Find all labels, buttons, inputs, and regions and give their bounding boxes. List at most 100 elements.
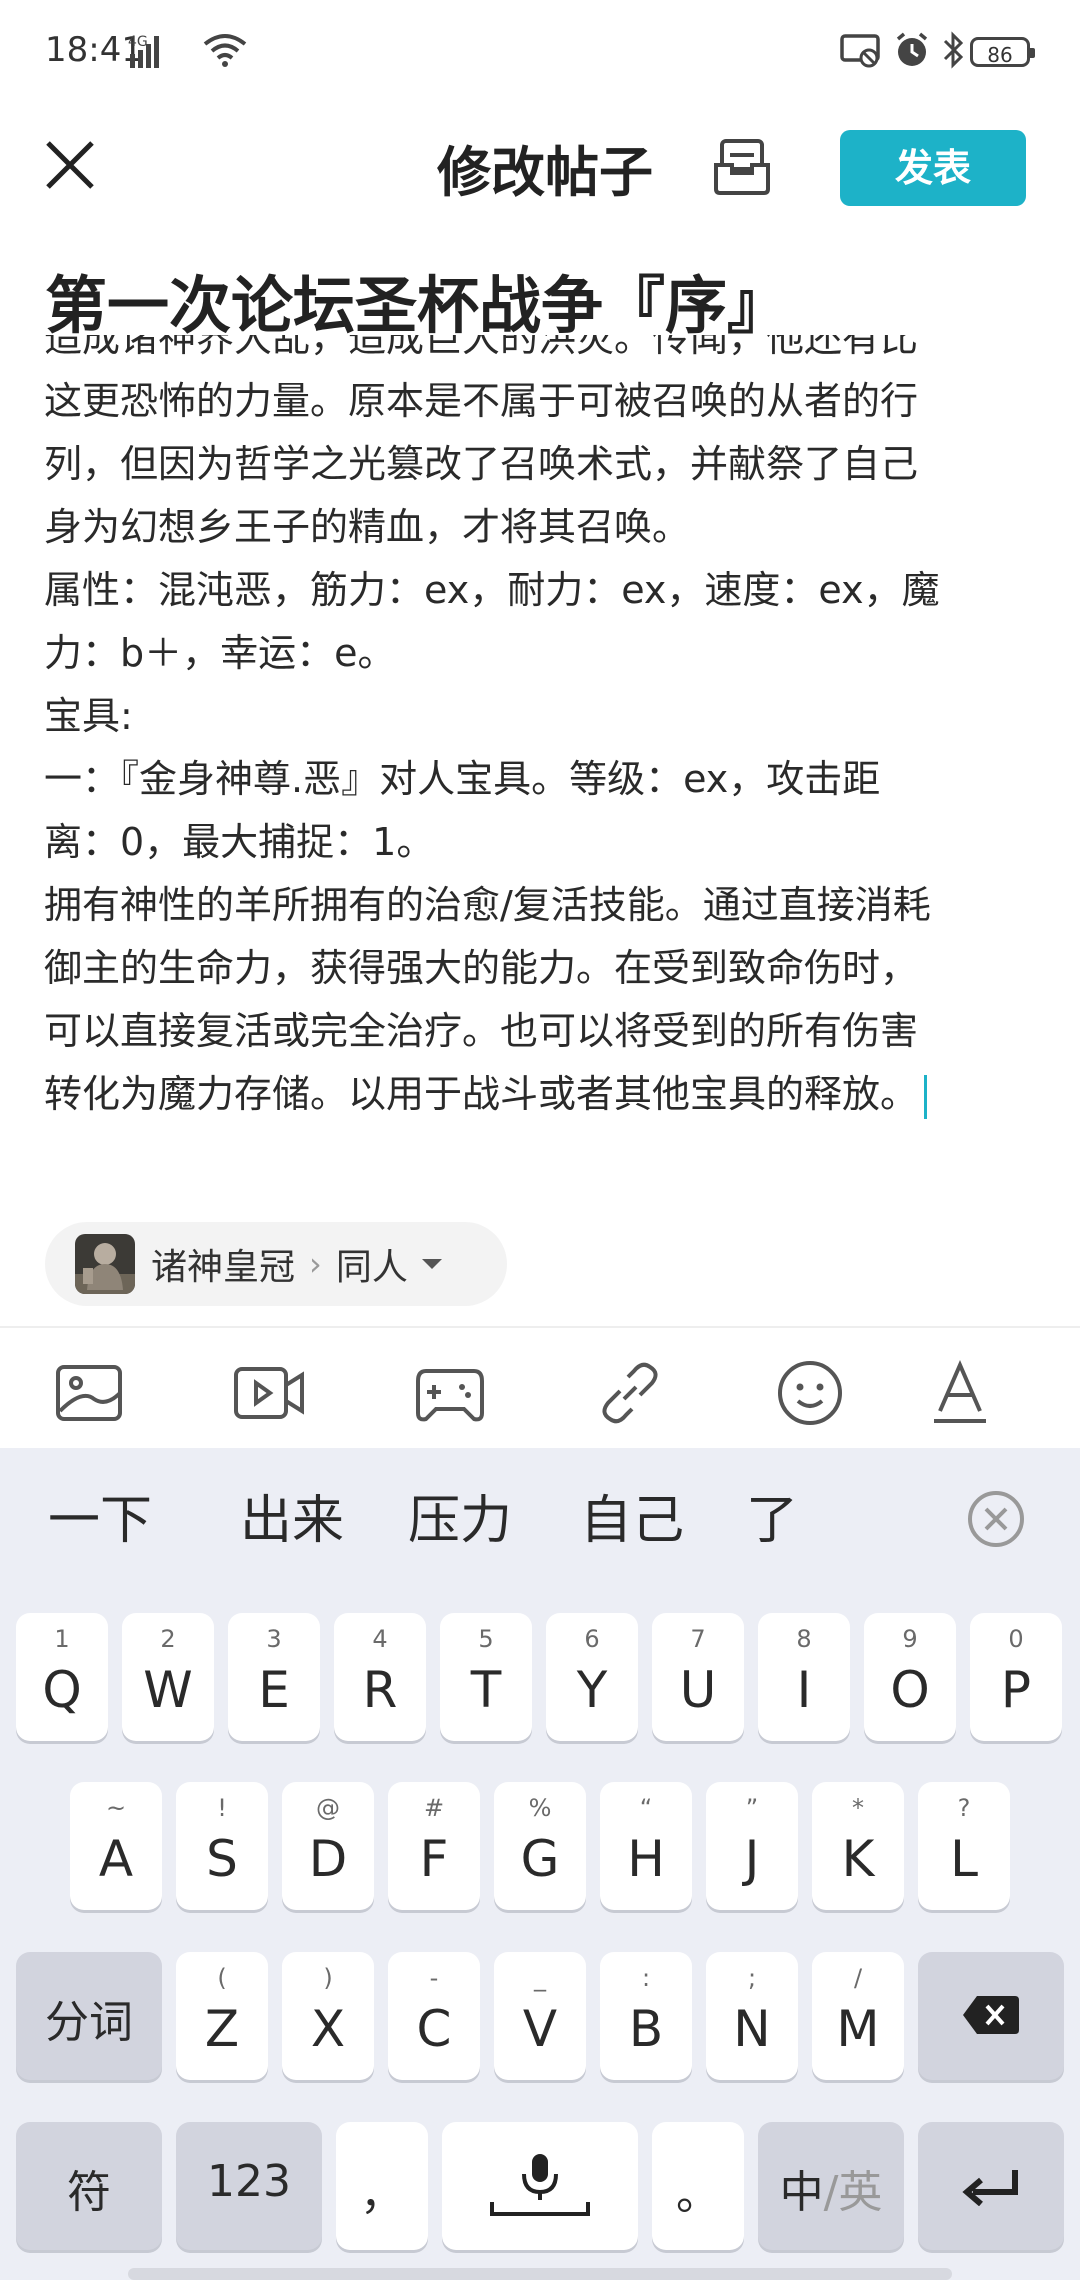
key-q[interactable]: 1Q bbox=[16, 1613, 108, 1741]
post-body-text: 造成诸神界大乱，造成巨大的洪灾。传闻，他还有比 这更恐怖的力量。原本是不属于可被… bbox=[44, 335, 1044, 1126]
backspace-icon bbox=[963, 1996, 1019, 2034]
body-line: 御主的生命力，获得强大的能力。在受到致命伤时， bbox=[44, 946, 919, 990]
key-o[interactable]: 9O bbox=[864, 1613, 956, 1741]
key-r[interactable]: 4R bbox=[334, 1613, 426, 1741]
candidate-word[interactable]: 压力 bbox=[408, 1478, 512, 1553]
candidate-word[interactable]: 了 bbox=[746, 1478, 798, 1553]
forum-category: 同人 bbox=[335, 1247, 408, 1288]
candidate-word[interactable]: 一下 bbox=[48, 1478, 152, 1553]
body-line: 离：0，最大捕捉：1。 bbox=[44, 820, 435, 864]
divider bbox=[0, 1326, 1080, 1328]
enter-icon bbox=[962, 2170, 1018, 2206]
key-d[interactable]: @ D bbox=[282, 1782, 374, 1910]
insert-video-button[interactable] bbox=[232, 1355, 308, 1431]
signal-icon: 4G bbox=[128, 30, 190, 70]
key-u[interactable]: 7U bbox=[652, 1613, 744, 1741]
text-format-icon bbox=[934, 1359, 986, 1423]
link-icon bbox=[602, 1362, 658, 1424]
candidate-word[interactable]: 出来 bbox=[240, 1478, 344, 1553]
body-line: 力：b＋，幸运：e。 bbox=[44, 631, 396, 675]
body-line: 属性：混沌恶，筋力：ex，耐力：ex，速度：ex，魔 bbox=[44, 568, 940, 612]
comma-key[interactable]: ， bbox=[336, 2122, 428, 2250]
body-line: 这更恐怖的力量。原本是不属于可被召唤的从者的行 bbox=[44, 379, 919, 423]
svg-text:4G: 4G bbox=[128, 34, 148, 50]
post-title-input[interactable]: 第一次论坛圣杯战争『序』 bbox=[45, 255, 789, 345]
body-line-last: 转化为魔力存储。以用于战斗或者其他宝具的释放。 bbox=[44, 1063, 1044, 1126]
game-controller-icon bbox=[416, 1369, 484, 1422]
body-line: 转化为魔力存储。以用于战斗或者其他宝具的释放。 bbox=[44, 1072, 919, 1116]
alarm-icon bbox=[892, 30, 932, 70]
key-j[interactable]: ” J bbox=[706, 1782, 798, 1910]
forum-name: 诸神皇冠 bbox=[151, 1247, 296, 1288]
body-line: 列，但因为哲学之光篡改了召唤术式，并献祭了自己 bbox=[44, 442, 919, 486]
key-f[interactable]: # F bbox=[388, 1782, 480, 1910]
key-h[interactable]: “H bbox=[600, 1782, 692, 1910]
status-bar: 18:41 4G 86 bbox=[0, 0, 1080, 110]
key-a[interactable]: ~ A bbox=[70, 1782, 162, 1910]
candidate-close-button[interactable] bbox=[965, 1488, 1027, 1550]
forum-avatar bbox=[75, 1234, 135, 1294]
page-title: 修改帖子 bbox=[437, 141, 653, 204]
text-cursor bbox=[924, 1074, 928, 1119]
language-switch-key[interactable]: 中/英 bbox=[758, 2122, 904, 2250]
key-x[interactable]: ) X bbox=[282, 1952, 374, 2080]
insert-game-button[interactable] bbox=[412, 1355, 488, 1431]
insert-image-button[interactable] bbox=[52, 1355, 128, 1431]
bluetooth-icon bbox=[938, 30, 968, 70]
key-i[interactable]: 8I bbox=[758, 1613, 850, 1741]
space-voice-key[interactable] bbox=[442, 2122, 638, 2250]
body-line: 宝具: bbox=[44, 694, 133, 738]
key-z[interactable]: (Z bbox=[176, 1952, 268, 2080]
insert-link-button[interactable] bbox=[592, 1355, 668, 1431]
key-t[interactable]: 5T bbox=[440, 1613, 532, 1741]
lang-cn-label: 中 bbox=[779, 2167, 824, 2218]
period-key[interactable]: 。 bbox=[652, 2122, 744, 2250]
key-v[interactable]: _ V bbox=[494, 1952, 586, 2080]
key-n[interactable]: ; N bbox=[706, 1952, 798, 2080]
key-s[interactable]: ! S bbox=[176, 1782, 268, 1910]
post-body-editor[interactable]: 造成诸神界大乱，造成巨大的洪灾。传闻，他还有比 这更恐怖的力量。原本是不属于可被… bbox=[0, 335, 1080, 1135]
key-l[interactable]: ? L bbox=[918, 1782, 1010, 1910]
key-w[interactable]: 2W bbox=[122, 1613, 214, 1741]
emoji-icon bbox=[778, 1361, 842, 1425]
text-format-button[interactable] bbox=[922, 1355, 998, 1431]
key-g[interactable]: % G bbox=[494, 1782, 586, 1910]
body-line: 拥有神性的羊所拥有的治愈/复活技能。通过直接消耗 bbox=[44, 883, 931, 927]
close-circle-icon bbox=[968, 1491, 1024, 1547]
numbers-key[interactable]: 123 bbox=[176, 2122, 322, 2250]
battery-icon: 86 bbox=[970, 37, 1035, 67]
key-y[interactable]: 6Y bbox=[546, 1613, 638, 1741]
image-icon bbox=[56, 1365, 122, 1421]
key-e[interactable]: 3E bbox=[228, 1613, 320, 1741]
forum-selector-chip[interactable]: 诸神皇冠 › 同人 bbox=[45, 1222, 507, 1306]
key-b[interactable]: :B bbox=[600, 1952, 692, 2080]
segment-key[interactable]: 分词 bbox=[16, 1952, 162, 2080]
backspace-key[interactable] bbox=[918, 1952, 1064, 2080]
video-icon bbox=[234, 1367, 304, 1419]
dropdown-caret-icon bbox=[421, 1259, 442, 1269]
draft-box-button[interactable] bbox=[710, 135, 774, 199]
chevron-right-icon: › bbox=[309, 1245, 322, 1283]
microphone-icon bbox=[490, 2154, 590, 2216]
close-icon bbox=[46, 141, 94, 189]
key-p[interactable]: 0P bbox=[970, 1613, 1062, 1741]
body-line: 身为幻想乡王子的精血，才将其召唤。 bbox=[44, 505, 691, 549]
wifi-icon bbox=[200, 30, 250, 70]
lang-en-label: 英 bbox=[838, 2167, 883, 2218]
key-c[interactable]: -C bbox=[388, 1952, 480, 2080]
symbols-key[interactable]: 符 bbox=[16, 2122, 162, 2250]
lang-separator: / bbox=[823, 2167, 839, 2218]
publish-button[interactable]: 发表 bbox=[840, 130, 1026, 206]
close-button[interactable] bbox=[40, 135, 100, 195]
insert-emoji-button[interactable] bbox=[772, 1355, 848, 1431]
key-m[interactable]: / M bbox=[812, 1952, 904, 2080]
candidate-word[interactable]: 自己 bbox=[580, 1478, 684, 1553]
body-line: 造成诸神界大乱，造成巨大的洪灾。传闻，他还有比 bbox=[44, 335, 919, 360]
screen-cast-icon bbox=[838, 30, 884, 70]
enter-key[interactable] bbox=[918, 2122, 1064, 2250]
key-k[interactable]: * K bbox=[812, 1782, 904, 1910]
body-line: 可以直接复活或完全治疗。也可以将受到的所有伤害 bbox=[44, 1009, 919, 1053]
home-indicator bbox=[128, 2268, 952, 2280]
body-line: 一：『金身神尊.恶』对人宝具。等级：ex，攻击距 bbox=[44, 757, 881, 801]
draft-box-icon bbox=[714, 139, 770, 195]
